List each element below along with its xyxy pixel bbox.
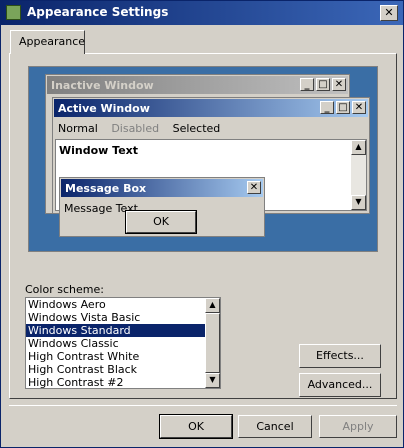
- message-box-ok-button[interactable]: OK: [125, 210, 197, 234]
- tab-appearance[interactable]: Appearance: [10, 30, 85, 54]
- menu-item-selected[interactable]: Selected: [173, 122, 221, 135]
- close-button[interactable]: ✕: [380, 5, 398, 21]
- effects-button[interactable]: Effects...: [299, 344, 381, 368]
- preview-menu-bar: Normal Disabled Selected: [58, 122, 230, 135]
- app-icon: [6, 5, 21, 20]
- cancel-button[interactable]: Cancel: [238, 415, 312, 438]
- active-window-title: Active Window: [58, 102, 150, 115]
- list-scrollbar[interactable]: ▲ ▼: [205, 298, 220, 388]
- maximize-icon[interactable]: □: [336, 101, 350, 114]
- scroll-up-icon[interactable]: ▲: [205, 298, 220, 313]
- list-item[interactable]: High Contrast #2: [26, 376, 220, 389]
- list-item[interactable]: Windows Vista Basic: [26, 311, 220, 324]
- message-box-caption: Message Box ✕: [61, 179, 263, 197]
- maximize-icon[interactable]: □: [316, 78, 330, 91]
- minimize-icon[interactable]: _: [320, 101, 334, 114]
- list-item[interactable]: High Contrast White: [26, 350, 220, 363]
- close-icon[interactable]: ✕: [352, 101, 366, 114]
- ok-button[interactable]: OK: [159, 414, 233, 439]
- window-text-label: Window Text: [59, 144, 139, 157]
- close-icon[interactable]: ✕: [332, 78, 346, 91]
- minimize-icon[interactable]: _: [300, 78, 314, 91]
- list-item[interactable]: High Contrast Black: [26, 363, 220, 376]
- list-item-selected[interactable]: Windows Standard: [26, 324, 220, 337]
- scroll-thumb[interactable]: [205, 313, 220, 373]
- inactive-window-title: Inactive Window: [51, 79, 154, 92]
- inactive-window-caption: Inactive Window _ □ ✕: [47, 76, 348, 94]
- active-window-caption: Active Window _ □ ✕: [54, 99, 368, 117]
- list-item[interactable]: Windows Classic: [26, 337, 220, 350]
- title-bar[interactable]: Appearance Settings ✕: [1, 1, 403, 25]
- apply-button[interactable]: Apply: [319, 415, 397, 438]
- preview-desktop: Inactive Window _ □ ✕ Active Window _ □ …: [28, 66, 378, 252]
- color-scheme-label: Color scheme:: [25, 283, 104, 296]
- scroll-down-icon[interactable]: ▼: [351, 195, 366, 210]
- menu-item-disabled: Disabled: [111, 122, 160, 135]
- close-icon[interactable]: ✕: [247, 181, 261, 194]
- advanced-button[interactable]: Advanced...: [299, 373, 381, 397]
- footer-separator: [9, 405, 397, 406]
- list-item[interactable]: Windows Aero: [26, 298, 220, 311]
- message-box-title: Message Box: [65, 182, 147, 195]
- appearance-settings-window: Appearance Settings ✕ Appearance Inactiv…: [0, 0, 404, 448]
- scroll-up-icon[interactable]: ▲: [351, 140, 366, 155]
- window-title: Appearance Settings: [27, 5, 169, 19]
- color-scheme-list[interactable]: Windows Aero Windows Vista Basic Windows…: [25, 297, 221, 389]
- menu-item-normal[interactable]: Normal: [58, 122, 98, 135]
- scroll-down-icon[interactable]: ▼: [205, 373, 220, 388]
- preview-scrollbar[interactable]: ▲ ▼: [351, 140, 366, 210]
- message-box-preview[interactable]: Message Box ✕ Message Text OK: [59, 177, 265, 237]
